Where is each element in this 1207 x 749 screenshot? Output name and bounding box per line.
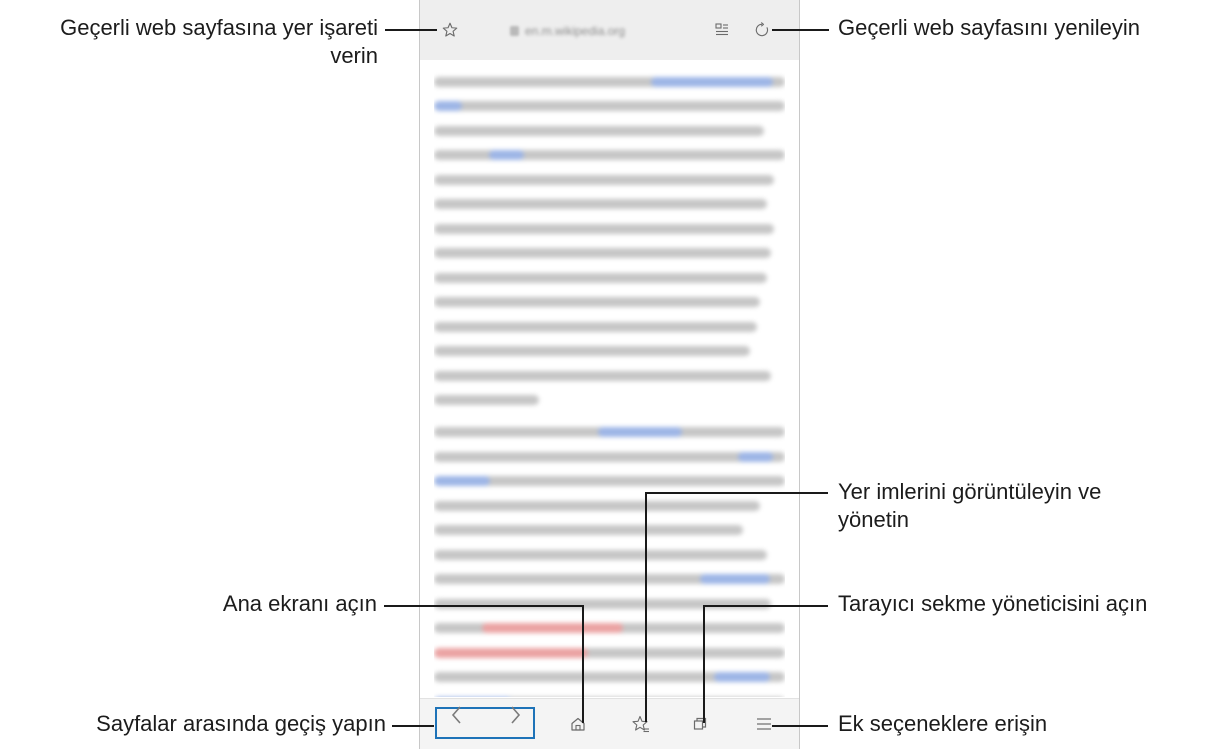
callout-bookmark-page: Geçerli web sayfasına yer işareti verin <box>60 14 378 70</box>
leader-line-more <box>772 725 828 727</box>
leader-line-bookmark <box>385 29 437 31</box>
blurred-text-line <box>434 297 761 307</box>
blurred-text-line <box>434 370 771 381</box>
blurred-text-line <box>434 272 768 283</box>
leader-line-refresh <box>772 29 829 31</box>
callout-bookmarks-line1: Yer imlerini görüntüleyin ve <box>838 479 1102 504</box>
bookmark-add-icon[interactable] <box>438 18 462 42</box>
leader-line-tabs <box>703 605 828 607</box>
blurred-text-line <box>434 199 768 209</box>
tabs-icon[interactable] <box>688 712 712 736</box>
paragraph-1 <box>434 76 785 405</box>
leader-line-navigate <box>392 725 434 727</box>
callout-navigate: Sayfalar arasında geçiş yapın <box>96 711 386 736</box>
callout-refresh: Geçerli web sayfasını yenileyin <box>838 15 1141 40</box>
blurred-text-line <box>434 623 785 633</box>
reader-mode-icon[interactable] <box>712 20 732 40</box>
callout-bookmarks-line2: yönetin <box>838 507 909 532</box>
url-text: en.m.wikipedia.org <box>525 24 626 38</box>
hamburger-menu-icon[interactable] <box>752 712 776 736</box>
blurred-text-line <box>434 101 785 111</box>
refresh-icon[interactable] <box>750 18 774 42</box>
blurred-text-line <box>434 174 775 185</box>
blurred-text-line <box>434 549 768 560</box>
leader-line-home-vertical <box>582 605 584 723</box>
blurred-text-line <box>434 525 743 535</box>
callout-tabs: Tarayıcı sekme yöneticisini açın <box>838 591 1148 616</box>
leader-line-tabs-vertical <box>703 605 705 723</box>
lock-icon <box>510 26 519 36</box>
blurred-text-line <box>434 598 771 609</box>
blurred-text-line <box>434 125 764 136</box>
callout-bookmark-line1: Geçerli web sayfasına yer işareti <box>60 15 378 40</box>
leader-line-bookmarks-vertical <box>645 492 647 722</box>
blurred-text-line <box>434 451 785 462</box>
blurred-text-line <box>434 696 785 697</box>
blurred-text-line <box>434 321 757 332</box>
browser-window: en.m.wikipedia.org <box>419 0 800 749</box>
blurred-text-line <box>434 150 785 160</box>
leader-line-bookmarks <box>646 492 828 494</box>
paragraph-2 <box>434 427 785 697</box>
callout-bookmark-line2: verin <box>330 43 378 68</box>
leader-line-home <box>384 605 584 607</box>
chevron-left-icon[interactable] <box>450 704 464 732</box>
chevron-right-icon[interactable] <box>508 704 522 732</box>
callout-bookmarks: Yer imlerini görüntüleyin ve yönetin <box>838 478 1101 534</box>
bookmarks-star-icon[interactable] <box>628 711 654 737</box>
blurred-text-line <box>434 346 750 356</box>
home-icon[interactable] <box>566 712 590 736</box>
bottom-toolbar <box>420 698 799 749</box>
blurred-text-line <box>434 476 785 486</box>
callout-more: Ek seçeneklere erişin <box>838 711 1048 736</box>
blurred-text-line <box>434 248 771 258</box>
blurred-text-line <box>434 574 785 584</box>
blurred-text-line <box>434 223 775 234</box>
blurred-text-line <box>434 395 540 405</box>
blurred-text-line <box>434 672 785 682</box>
blurred-text-line <box>434 500 761 511</box>
blurred-text-line <box>434 76 785 87</box>
blurred-text-line <box>434 427 785 437</box>
page-content <box>434 62 785 697</box>
url-field[interactable]: en.m.wikipedia.org <box>510 22 710 40</box>
callout-home: Ana ekranı açın <box>222 591 377 616</box>
address-bar: en.m.wikipedia.org <box>420 0 799 60</box>
blurred-text-line <box>434 647 785 658</box>
